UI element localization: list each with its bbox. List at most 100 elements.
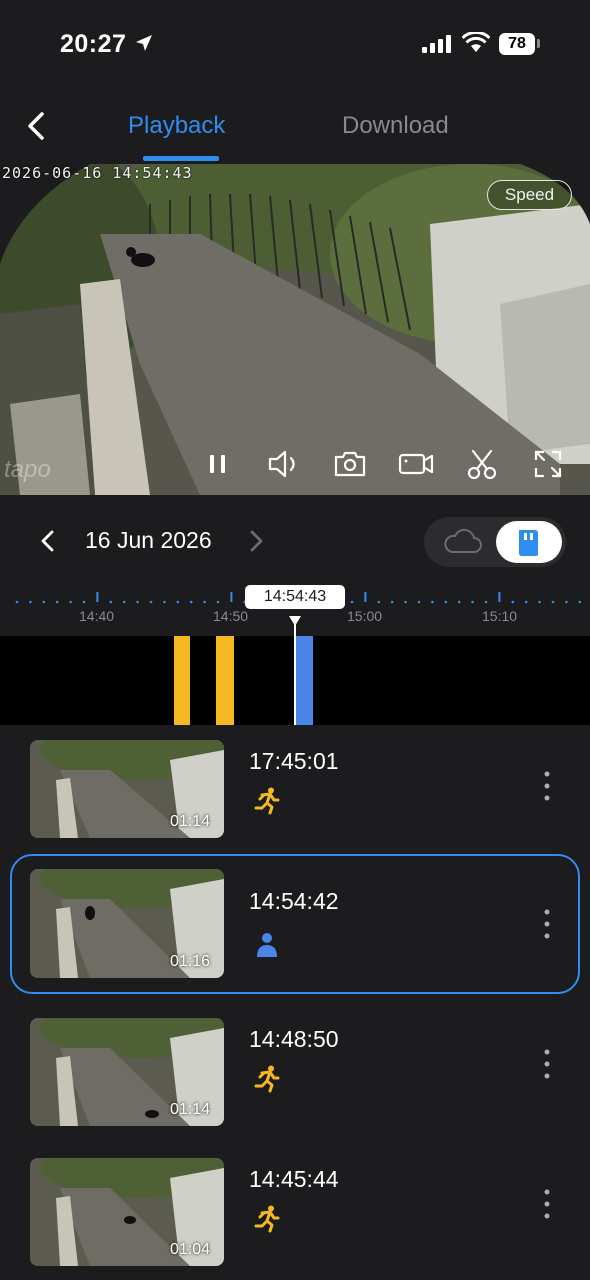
back-chevron-icon[interactable]: [18, 106, 58, 146]
ruler-minor-tick: [431, 600, 434, 604]
ruler-minor-tick: [163, 600, 166, 604]
cloud-storage-icon[interactable]: [432, 522, 494, 562]
list-item-selected[interactable]: 01:16 14:54:42: [10, 854, 580, 994]
clip-thumbnail: 01:16: [30, 869, 224, 978]
tab-download[interactable]: Download: [342, 112, 449, 140]
ruler-minor-tick: [149, 600, 153, 604]
snapshot-camera-icon[interactable]: [332, 447, 368, 481]
clip-start-time: 14:48:50: [249, 1026, 339, 1052]
ruler-minor-tick: [511, 600, 515, 604]
ruler-minor-tick: [203, 600, 206, 604]
ruler-minor-tick: [377, 600, 381, 604]
ruler-minor-tick: [457, 600, 461, 604]
status-time: 20:27: [60, 30, 127, 58]
clip-thumbnail: 01:14: [30, 1018, 224, 1126]
ruler-minor-tick: [444, 600, 448, 604]
ruler-major-tick: [364, 592, 367, 602]
previous-day-icon[interactable]: [36, 526, 60, 556]
sd-card-icon: [519, 530, 538, 556]
more-options-icon[interactable]: [536, 904, 558, 944]
storage-source-toggle[interactable]: [424, 517, 566, 567]
cellular-signal-icon: [422, 35, 451, 53]
clip-duration: 01:04: [169, 1241, 210, 1258]
brand-watermark: tapo: [4, 456, 51, 483]
osd-timestamp: 2026-06-16 14:54:43: [2, 164, 193, 182]
playhead-pointer: [289, 616, 301, 626]
ruler-minor-tick: [122, 600, 126, 604]
pause-icon[interactable]: [200, 447, 236, 481]
person-event-marker[interactable]: [296, 636, 313, 725]
clip-start-time: 14:45:44: [249, 1166, 339, 1192]
camera-feed-frame: [0, 164, 590, 495]
ruler-minor-tick: [551, 600, 555, 604]
ruler-minor-tick: [524, 600, 528, 604]
ruler-minor-tick: [404, 600, 407, 604]
ruler-minor-tick: [69, 600, 72, 604]
ruler-minor-tick: [565, 600, 568, 604]
scissors-clip-icon[interactable]: [464, 447, 500, 481]
ruler-minor-tick: [350, 600, 354, 604]
more-options-icon[interactable]: [536, 1184, 558, 1224]
playhead-time: 14:54:43: [245, 585, 345, 609]
location-arrow-icon: [136, 35, 152, 51]
next-day-icon[interactable]: [244, 526, 268, 556]
sd-card-option[interactable]: [496, 521, 562, 563]
ruler-major-tick: [498, 592, 501, 602]
motion-event-marker[interactable]: [216, 636, 234, 725]
ruler-minor-tick: [538, 600, 541, 604]
list-item[interactable]: 01:14 14:48:50: [0, 1008, 590, 1138]
tick-label: 14:40: [79, 608, 115, 624]
clip-start-time: 17:45:01: [249, 748, 339, 774]
motion-running-icon: [254, 1065, 280, 1093]
person-detection-icon: [257, 933, 277, 957]
speed-button[interactable]: Speed: [487, 180, 572, 210]
ruler-minor-tick: [471, 600, 474, 604]
playback-timeline[interactable]: 14:40 14:50 15:00 15:10 14:54:43: [0, 580, 590, 730]
clip-duration: 01:14: [169, 1101, 210, 1118]
volume-icon[interactable]: [266, 447, 302, 481]
clip-thumbnail: 01:14: [30, 740, 224, 838]
clip-duration: 01:16: [169, 953, 210, 970]
list-item[interactable]: 01:04 14:45:44: [0, 1148, 590, 1278]
top-navigation: Playback Download: [0, 90, 590, 164]
tick-label: 14:50: [213, 608, 249, 624]
active-tab-indicator: [143, 156, 219, 161]
battery-tip: [537, 39, 540, 48]
list-item[interactable]: 01:14 17:45:01: [0, 730, 590, 860]
record-video-icon[interactable]: [398, 447, 434, 481]
more-options-icon[interactable]: [536, 1044, 558, 1084]
motion-event-marker[interactable]: [174, 636, 190, 725]
playhead-line[interactable]: [294, 620, 296, 725]
tick-label: 15:10: [482, 608, 518, 624]
ruler-minor-tick: [29, 600, 32, 604]
ruler-minor-tick: [15, 600, 19, 604]
tick-label: 15:00: [347, 608, 383, 624]
clip-duration: 01:14: [169, 813, 210, 830]
video-player[interactable]: 2026-06-16 14:54:43 Speed tapo: [0, 164, 590, 495]
ruler-minor-tick: [136, 600, 139, 604]
ruler-major-tick: [96, 592, 99, 602]
status-bar: 20:27 78: [0, 0, 590, 90]
ruler-minor-tick: [176, 600, 180, 604]
more-options-icon[interactable]: [536, 766, 558, 806]
clip-thumbnail: 01:04: [30, 1158, 224, 1266]
motion-running-icon: [254, 1205, 280, 1233]
tab-playback[interactable]: Playback: [128, 112, 225, 140]
ruler-minor-tick: [417, 600, 421, 604]
ruler-minor-tick: [390, 600, 394, 604]
ruler-minor-tick: [484, 600, 488, 604]
ruler-minor-tick: [82, 600, 86, 604]
ruler-minor-tick: [216, 600, 220, 604]
ruler-minor-tick: [55, 600, 59, 604]
selected-date[interactable]: 16 Jun 2026: [85, 527, 212, 554]
battery-level: 78: [499, 33, 535, 55]
ruler-minor-tick: [109, 600, 113, 604]
motion-running-icon: [254, 787, 280, 815]
ruler-minor-tick: [189, 600, 193, 604]
clip-start-time: 14:54:42: [249, 888, 339, 914]
fullscreen-icon[interactable]: [530, 447, 566, 481]
date-selector: 16 Jun 2026: [0, 510, 590, 570]
ruler-minor-tick: [578, 600, 582, 604]
ruler-major-tick: [230, 592, 233, 602]
ruler-minor-tick: [42, 600, 46, 604]
